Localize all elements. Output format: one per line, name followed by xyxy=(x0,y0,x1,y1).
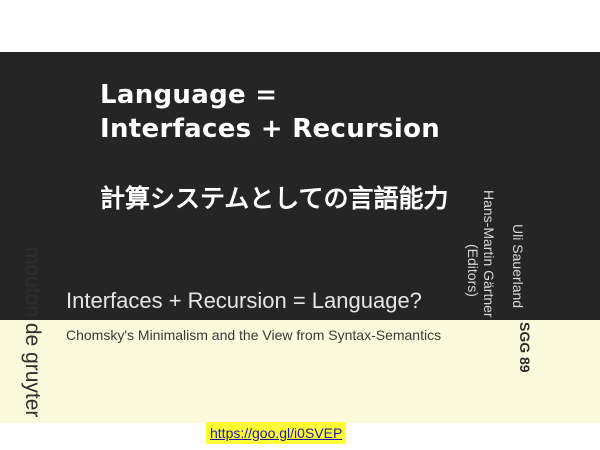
book-title: Interfaces + Recursion = Language? xyxy=(66,288,422,313)
slide-title-line-2: Interfaces + Recursion xyxy=(100,114,441,144)
slide: Language = Interfaces + Recursion 計算システム… xyxy=(0,0,600,450)
slide-subtitle: 計算システムとしての言語能力 xyxy=(100,184,449,213)
book-editor-1: Uli Sauerland xyxy=(510,224,526,309)
book-subtitle: Chomsky's Minimalism and the View from S… xyxy=(66,327,442,343)
book-series: SGG 89 xyxy=(517,322,533,373)
reference-link[interactable]: https://goo.gl/i0SVEP xyxy=(206,422,347,444)
book-publisher: mouton de gruyter xyxy=(21,247,44,418)
book-editor-2: Hans-Martin Gärtner xyxy=(481,190,497,318)
top-margin xyxy=(0,0,600,52)
book-editors-note: (Editors) xyxy=(465,244,481,297)
slide-title: Language = Interfaces + Recursion xyxy=(100,78,440,146)
slide-title-line-1: Language = xyxy=(100,80,278,110)
